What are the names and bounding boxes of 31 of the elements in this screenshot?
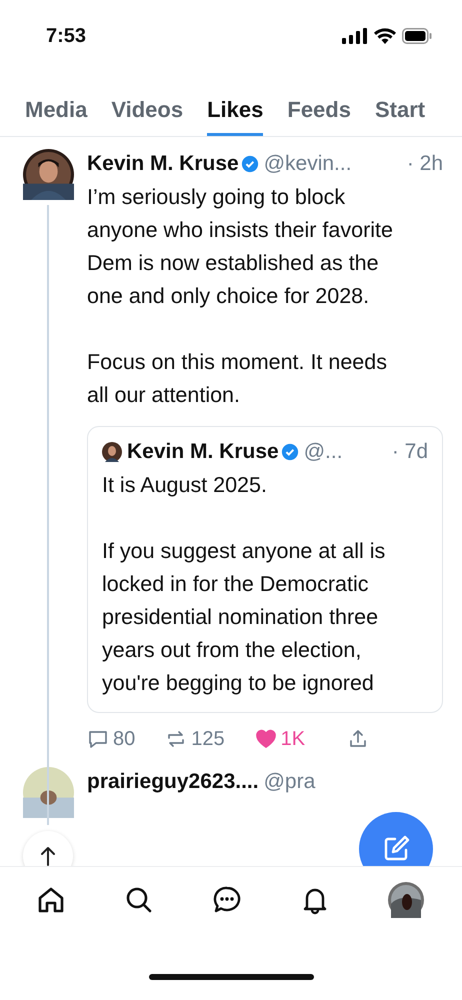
tab[interactable]: Likes [207,72,264,136]
like-button[interactable]: 1K [254,728,306,750]
search-icon[interactable] [124,885,154,915]
comment-icon [87,728,109,750]
tab[interactable]: Videos [111,72,184,136]
heart-icon [254,728,277,750]
author-handle[interactable]: @pra [264,770,316,794]
author-handle[interactable]: @kevin... [264,152,352,176]
battery-icon [402,28,432,44]
quote-author-name: Kevin M. Kruse [127,440,279,464]
post-text: I’m seriously going to block anyone who insists their favorite Dem is now established as the one and only choice for 2028. Focus on this moment. It needs all our attention. [87,184,394,409]
quote-text: It is August 2025. If you suggest anyone at all is locked in for the Democratic presidential nomination three years out from the election, you're begging to be ignored [102,472,386,697]
quote-time: · 7d [392,440,428,464]
home-icon[interactable] [36,885,66,915]
repost-button[interactable]: 125 [165,728,225,750]
tab[interactable]: Feeds [287,72,351,136]
reply-button[interactable]: 80 [87,728,136,750]
quote-author-handle: @... [304,440,343,464]
author-name[interactable]: prairieguy2623.... [87,770,259,794]
post-time: · 2h [406,152,443,176]
author-name[interactable]: Kevin M. Kruse [87,152,239,176]
wifi-icon [374,28,396,44]
quoted-post[interactable]: Kevin M. Kruse @... · 7d It is August 2025. If you suggest anyone at all is locked in for the Democratic presidential nomination three years out from the election, you're begging to be ignored [87,426,443,713]
up-arrow-icon [38,845,58,866]
signal-icon [342,28,368,44]
scroll-to-top-button[interactable] [23,831,73,866]
status-time: 7:53 [46,24,86,48]
tab[interactable]: Start [374,72,426,136]
tab[interactable]: Media [25,72,88,136]
chat-icon[interactable] [212,885,242,915]
compose-button[interactable] [359,812,433,866]
